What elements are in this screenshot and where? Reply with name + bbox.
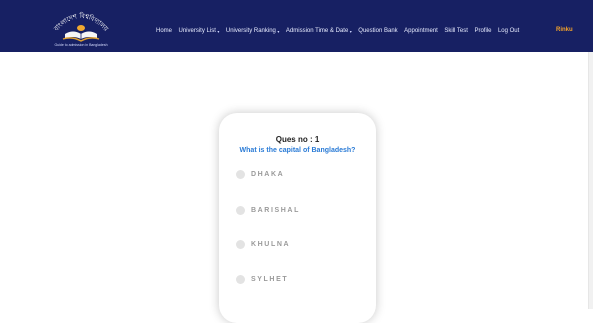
nav-menu: Home University List ▾ University Ranking ▾ A…	[156, 25, 526, 37]
nav-item-label: Appointment	[404, 28, 438, 34]
nav-item-profile[interactable]: Profile	[474, 28, 491, 34]
nav-item-university-ranking[interactable]: University Ranking ▾	[226, 28, 280, 34]
question-text: What is the capital of Bangladesh?	[239, 147, 356, 154]
nav-item-log-out[interactable]: Log Out	[498, 28, 519, 34]
nav-item-skill-test[interactable]: Skill Test	[444, 28, 468, 34]
nav-item-admission-time-date[interactable]: Admission Time & Date ▾	[286, 28, 352, 34]
nav-item-label: Question Bank	[358, 28, 398, 34]
nav-item-label: Profile	[474, 28, 492, 34]
nav-item-appointment[interactable]: Appointment	[404, 28, 438, 34]
radio-button[interactable]	[236, 205, 245, 215]
top-navbar: বাংলাদেশ বিশ্ববিদ্যালয় Guide to admissi…	[0, 0, 593, 52]
option-dhaka[interactable]: DHAKA	[236, 168, 284, 180]
nav-item-university-list[interactable]: University List ▾	[179, 28, 220, 34]
option-sylhet[interactable]: SYLHET	[236, 273, 288, 285]
question-number: Ques no : 1	[275, 135, 320, 144]
nav-item-label: Admission Time & Date	[285, 28, 349, 34]
logo-tagline: Guide to admission in Bangladesh	[54, 43, 108, 47]
vertical-scrollbar[interactable]	[588, 52, 593, 309]
radio-button[interactable]	[236, 169, 245, 179]
nav-item-home[interactable]: Home	[156, 28, 172, 34]
nav-item-label: Skill Test	[444, 28, 468, 34]
option-label: BARISHAL	[251, 206, 300, 214]
nav-item-label: Log Out	[497, 28, 520, 34]
nav-item-label: University List	[178, 28, 216, 34]
question-card: Ques no : 1 What is the capital of Bangl…	[219, 113, 376, 323]
user-name-link[interactable]: Rinku	[556, 27, 573, 33]
option-label: SYLHET	[251, 275, 289, 283]
caret-down-icon: ▾	[217, 28, 220, 34]
open-book-logo-icon: বাংলাদেশ বিশ্ববিদ্যালয়	[52, 12, 111, 42]
option-khulna[interactable]: KHULNA	[236, 238, 290, 250]
nav-item-label: Home	[156, 28, 173, 34]
radio-button[interactable]	[236, 239, 245, 249]
option-label: KHULNA	[251, 240, 291, 248]
nav-item-label: University Ranking	[225, 28, 276, 34]
option-barishal[interactable]: BARISHAL	[236, 204, 300, 216]
radio-button[interactable]	[236, 274, 245, 284]
caret-down-icon: ▾	[277, 28, 280, 34]
caret-down-icon: ▾	[349, 28, 352, 34]
nav-item-question-bank[interactable]: Question Bank	[358, 28, 397, 34]
option-label: DHAKA	[251, 170, 285, 178]
